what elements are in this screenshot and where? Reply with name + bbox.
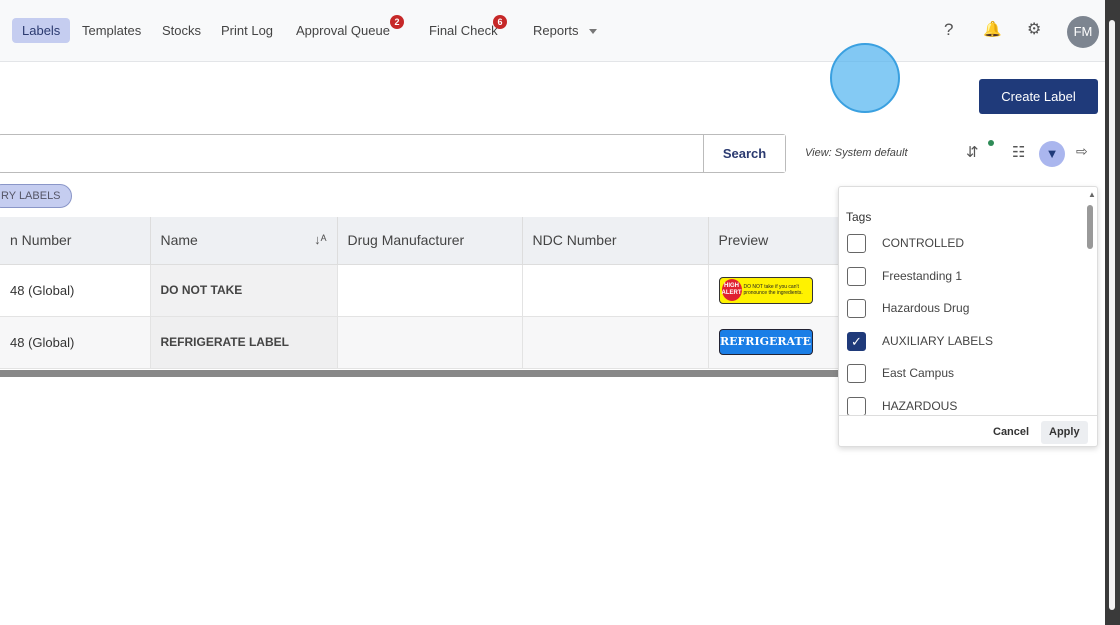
nav-label: Final Check <box>429 23 498 38</box>
filter-title: Tags <box>846 210 872 224</box>
search-button[interactable]: Search <box>703 135 785 172</box>
table-row[interactable]: 48 (Global) DO NOT TAKE HIGH ALERT DO NOT… <box>0 264 849 317</box>
cell-ndc <box>522 264 709 317</box>
filter-icon[interactable]: ▼ <box>1039 141 1065 167</box>
cell-name: REFRIGERATE LABEL <box>150 316 338 369</box>
count-badge: 6 <box>493 15 507 29</box>
checkbox[interactable] <box>847 266 866 286</box>
cell-name: DO NOT TAKE <box>150 264 338 317</box>
search-input[interactable]: Search <box>0 134 786 173</box>
cell-manufacturer <box>337 264 523 317</box>
cell-number: 48 (Global) <box>0 264 151 317</box>
checkbox[interactable] <box>847 363 866 383</box>
create-label-button[interactable]: Create Label <box>979 79 1098 114</box>
cell-ndc <box>522 316 709 369</box>
avatar[interactable]: FM <box>1067 16 1099 48</box>
cell-preview: HIGH ALERT DO NOT take if you can't prono… <box>708 264 849 317</box>
checkbox[interactable] <box>847 233 866 253</box>
tag-option[interactable]: ✓ AUXILIARY LABELS <box>847 331 993 351</box>
page-scrollbar[interactable] <box>1105 0 1120 625</box>
option-label: Hazardous Drug <box>882 301 970 315</box>
cell-manufacturer <box>337 316 523 369</box>
column-header-preview[interactable]: Preview <box>708 217 849 265</box>
click-indicator <box>830 43 900 113</box>
option-label: HAZARDOUS <box>882 399 958 413</box>
columns-adjust-icon[interactable]: ☷ <box>1012 143 1025 161</box>
view-selector[interactable]: View: System default <box>805 147 908 159</box>
count-badge: 2 <box>390 15 404 29</box>
tag-option[interactable]: Freestanding 1 <box>847 266 962 286</box>
labels-table: n Number Name ↓ᴬ Drug Manufacturer NDC Nu… <box>0 217 849 369</box>
label-preview: HIGH ALERT DO NOT take if you can't prono… <box>718 276 813 304</box>
apply-button[interactable]: Apply <box>1041 421 1088 444</box>
sort-az-icon[interactable]: ↓ᴬ <box>314 232 326 247</box>
caret-down-icon <box>588 28 597 38</box>
option-label: CONTROLLED <box>882 236 965 250</box>
header-label: Name <box>160 232 198 249</box>
column-header-number[interactable]: n Number <box>0 217 151 265</box>
bell-icon[interactable]: 🔔 <box>983 20 1002 38</box>
table-row[interactable]: 48 (Global) REFRIGERATE LABEL REFRIGERAT… <box>0 316 849 369</box>
nav-print-log[interactable]: Print Log <box>211 18 283 43</box>
nav-stocks[interactable]: Stocks <box>152 18 211 43</box>
cancel-button[interactable]: Cancel <box>985 421 1037 444</box>
nav-templates[interactable]: Templates <box>72 18 151 43</box>
checkbox[interactable] <box>847 396 866 416</box>
nav-reports[interactable]: Reports <box>523 18 607 43</box>
scroll-up-icon[interactable]: ▲ <box>1088 190 1096 199</box>
tag-option[interactable]: HAZARDOUS <box>847 396 957 416</box>
tag-option[interactable]: CONTROLLED <box>847 233 964 253</box>
cell-number: 48 (Global) <box>0 316 151 369</box>
label-preview: REFRIGERATE <box>718 329 813 355</box>
tag-filter-dropdown: ▲ Tags CONTROLLED Freestanding 1 Hazardo… <box>838 186 1098 447</box>
sort-toggle-icon[interactable]: ⇵ <box>966 143 979 161</box>
status-dot <box>988 140 994 146</box>
tag-option[interactable]: Hazardous Drug <box>847 298 969 318</box>
nav-labels[interactable]: Labels <box>12 18 71 43</box>
tag-filter-chip[interactable]: RY LABELS <box>0 184 72 208</box>
settings-gear-icon[interactable]: ⚙ <box>1027 19 1041 39</box>
tag-option[interactable]: East Campus <box>847 363 954 383</box>
option-label: Freestanding 1 <box>882 269 963 283</box>
high-alert-icon: HIGH ALERT <box>721 279 742 301</box>
nav-label: Reports <box>533 23 579 38</box>
cell-preview: REFRIGERATE <box>708 316 849 369</box>
top-nav: Labels Templates Stocks Print Log Approv… <box>0 0 1105 62</box>
column-header-name[interactable]: Name ↓ᴬ <box>150 217 338 265</box>
preview-text: DO NOT take if you can't pronounce the i… <box>743 284 803 296</box>
nav-approval-queue[interactable]: Approval Queue 2 <box>286 15 404 43</box>
column-header-ndc[interactable]: NDC Number <box>522 217 709 265</box>
column-header-manufacturer[interactable]: Drug Manufacturer <box>337 217 523 265</box>
help-icon[interactable]: ? <box>944 20 953 40</box>
dropdown-scrollbar[interactable] <box>1087 205 1093 249</box>
nav-label: Approval Queue <box>296 23 390 38</box>
scroll-thumb[interactable] <box>1109 20 1115 610</box>
checkbox[interactable] <box>847 298 866 318</box>
checkbox-checked[interactable]: ✓ <box>847 331 866 351</box>
horizontal-scrollbar[interactable] <box>0 370 840 377</box>
export-icon[interactable]: ⇨ <box>1076 143 1088 160</box>
dropdown-footer: Cancel Apply <box>839 415 1097 446</box>
nav-final-check[interactable]: Final Check 6 <box>419 15 508 43</box>
option-label: East Campus <box>882 366 955 380</box>
option-label: AUXILIARY LABELS <box>882 334 993 348</box>
